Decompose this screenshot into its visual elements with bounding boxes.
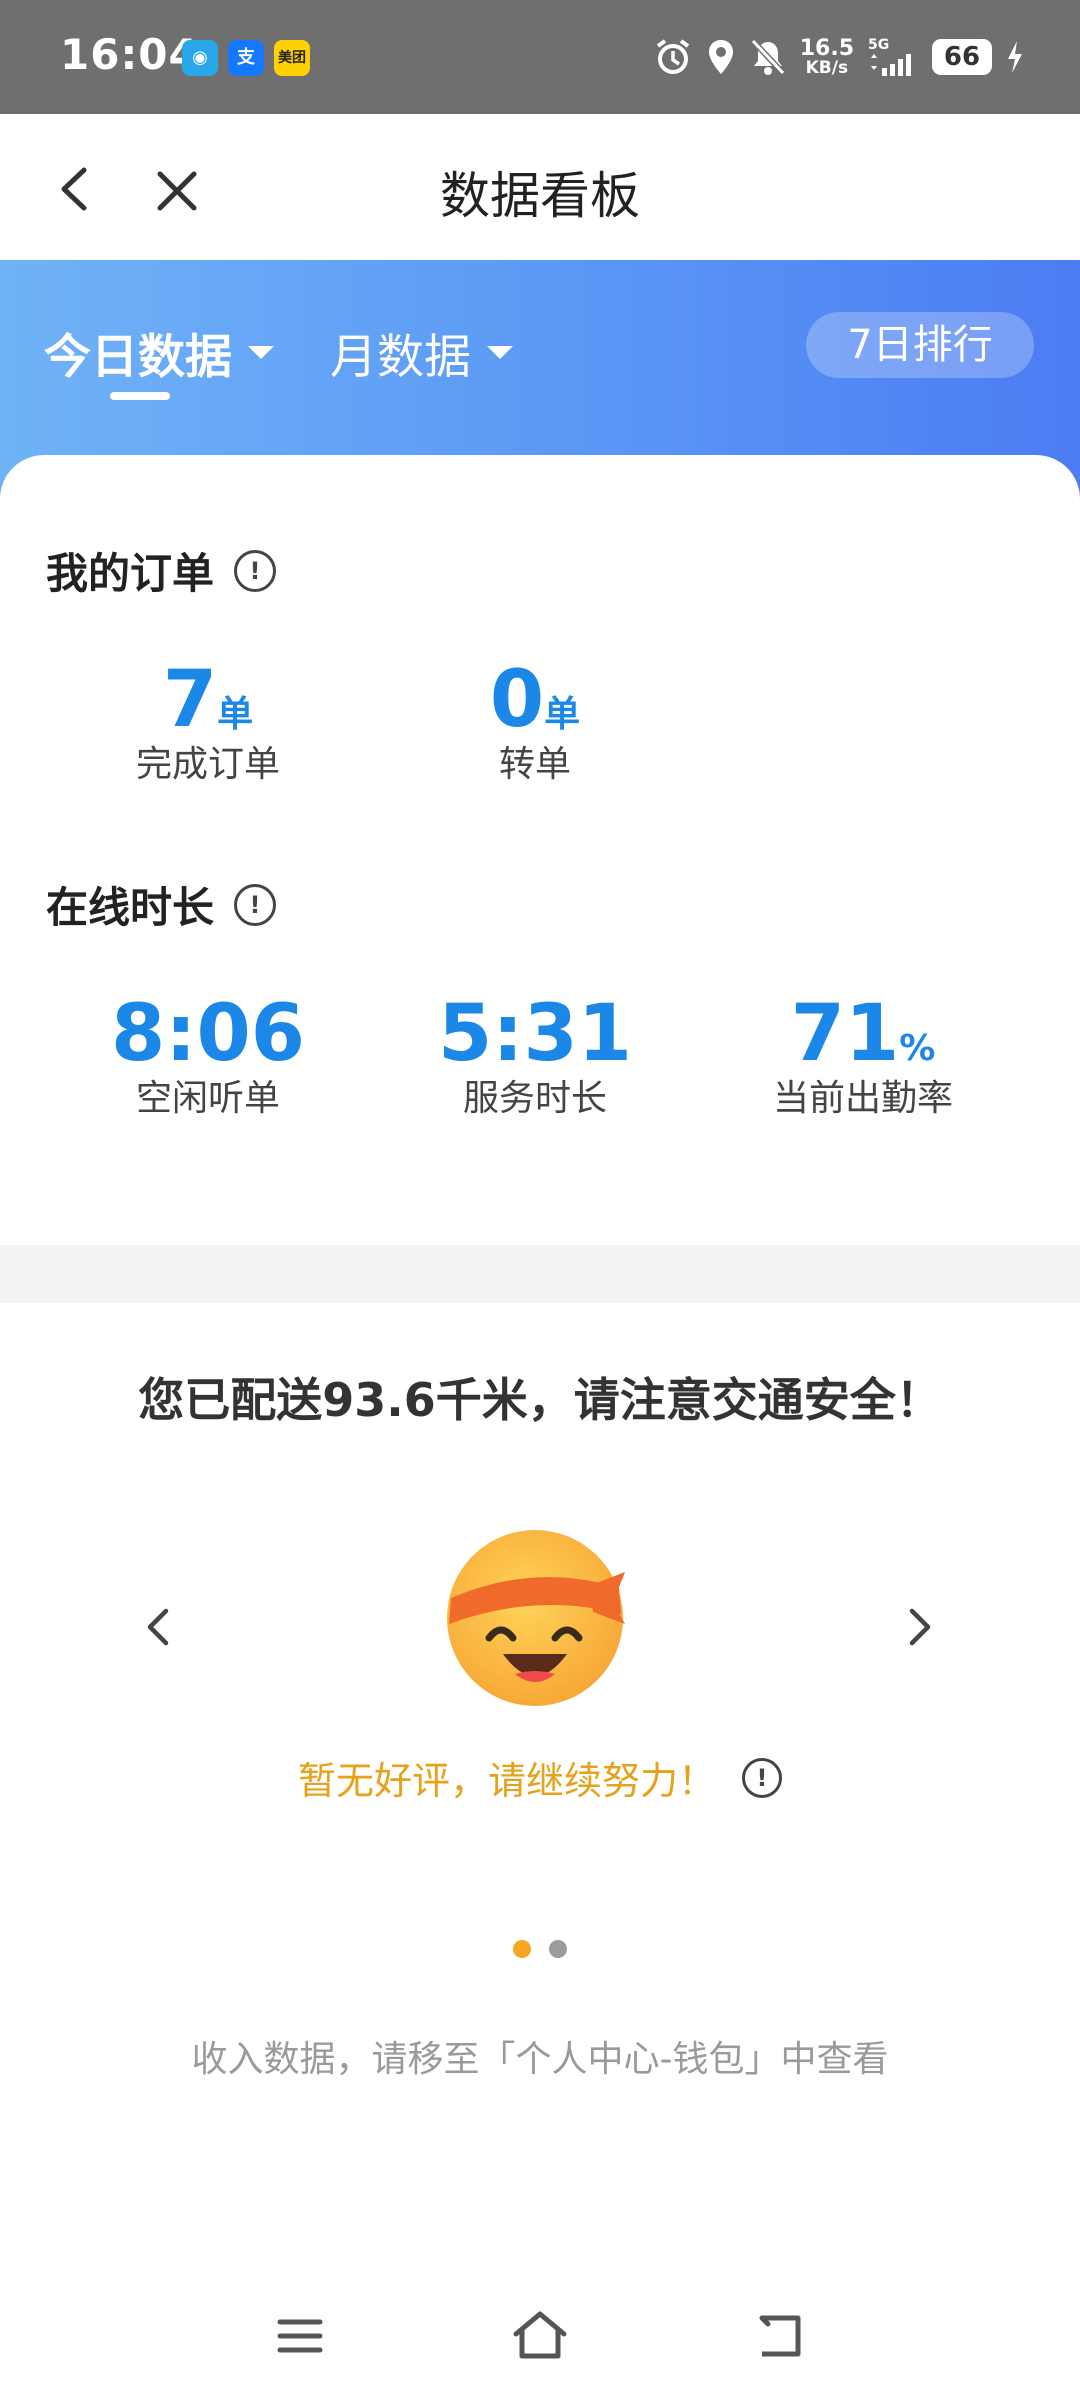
transfer-orders-unit: 单 (544, 694, 581, 735)
stat-value-row: 5:31 (415, 992, 655, 1076)
praise-row: 暂无好评，请继续努力！ ! (0, 1750, 1080, 1805)
speed-unit: KB/s (805, 57, 849, 78)
stat-value-row: 0单 (425, 658, 645, 742)
orders-title-label: 我的订单 (46, 549, 215, 598)
completed-orders-stat: 7单 完成订单 (98, 658, 318, 788)
status-right-group: 16.5 KB/s 5G 66 (654, 34, 1024, 80)
tab-today-data[interactable]: 今日数据 (44, 318, 274, 387)
section-divider (0, 1245, 1080, 1303)
completed-orders-value: 7 (162, 655, 218, 745)
chevron-right-icon (909, 1608, 931, 1646)
online-title-label: 在线时长 (46, 883, 215, 932)
online-section-title: 在线时长 ! (46, 874, 277, 935)
pager-dot[interactable] (549, 1940, 567, 1958)
tab-today-label: 今日数据 (44, 330, 232, 385)
signal-group: 5G (868, 38, 918, 76)
idle-listening-label: 空闲听单 (135, 1078, 280, 1119)
completed-orders-label: 完成订单 (135, 744, 280, 785)
charging-icon (1008, 41, 1022, 73)
tab-month-label: 月数据 (330, 330, 471, 385)
menu-icon[interactable] (276, 2312, 324, 2360)
next-button[interactable] (894, 1603, 942, 1651)
seven-day-rank-button[interactable]: 7日排行 (806, 312, 1034, 378)
status-bar: 16:04 ◉ 支 美团 16.5 KB/s 5G 66 (0, 0, 1080, 114)
pager-dot-active[interactable] (513, 1940, 531, 1958)
chevron-left-icon (147, 1608, 169, 1646)
info-icon[interactable]: ! (234, 883, 277, 926)
attendance-rate-label: 当前出勤率 (772, 1078, 953, 1119)
caret-down-icon (248, 346, 274, 359)
service-time-label: 服务时长 (462, 1078, 607, 1119)
active-tab-indicator (110, 392, 170, 400)
home-icon[interactable] (510, 2308, 570, 2362)
location-icon (708, 40, 733, 74)
back-nav-icon[interactable] (754, 2310, 806, 2360)
completed-orders-unit: 单 (217, 694, 254, 735)
attendance-rate-unit: % (899, 1028, 936, 1069)
orders-section-title: 我的订单 ! (46, 540, 277, 601)
speed-value: 16.5 (799, 35, 854, 61)
network-speed: 16.5 KB/s (799, 35, 854, 78)
info-icon[interactable]: ! (234, 549, 277, 592)
status-time: 16:04 (60, 30, 199, 79)
idle-listening-stat: 8:06 空闲听单 (88, 992, 328, 1122)
transfer-orders-label: 转单 (498, 744, 571, 785)
attendance-rate-value: 71 (790, 989, 900, 1079)
battery-indicator: 66 (932, 39, 992, 75)
previous-button[interactable] (136, 1603, 184, 1651)
page-title: 数据看板 (440, 167, 640, 225)
network-type: 5G (868, 37, 890, 53)
income-hint: 收入数据，请移至「个人中心-钱包」中查看 (191, 2039, 889, 2080)
alarm-icon (656, 39, 689, 74)
tab-month-data[interactable]: 月数据 (330, 318, 513, 387)
no-praise-message: 暂无好评，请继续努力！ (297, 1759, 716, 1803)
attendance-rate-stat: 71% 当前出勤率 (738, 992, 988, 1122)
idle-listening-value: 8:06 (110, 989, 305, 1079)
alipay-icon: 支 (228, 40, 264, 76)
app-icon: ◉ (182, 40, 218, 76)
caret-down-icon (487, 346, 513, 359)
system-nav-bar (0, 2290, 1080, 2388)
meituan-icon: 美团 (274, 40, 310, 76)
smiling-face-headband-icon (443, 1522, 629, 1708)
stat-value-row: 7单 (98, 658, 318, 742)
service-time-stat: 5:31 服务时长 (415, 992, 655, 1122)
stat-value-row: 71% (738, 992, 988, 1076)
info-icon[interactable]: ! (742, 1757, 782, 1798)
transfer-orders-value: 0 (489, 655, 545, 745)
service-time-value: 5:31 (437, 989, 632, 1079)
delivery-distance-message: 您已配送93.6千米，请注意交通安全！ (138, 1373, 942, 1427)
stat-value-row: 8:06 (88, 992, 328, 1076)
mute-icon (750, 38, 785, 76)
signal-icon (871, 54, 911, 76)
transfer-orders-stat: 0单 转单 (425, 658, 645, 788)
